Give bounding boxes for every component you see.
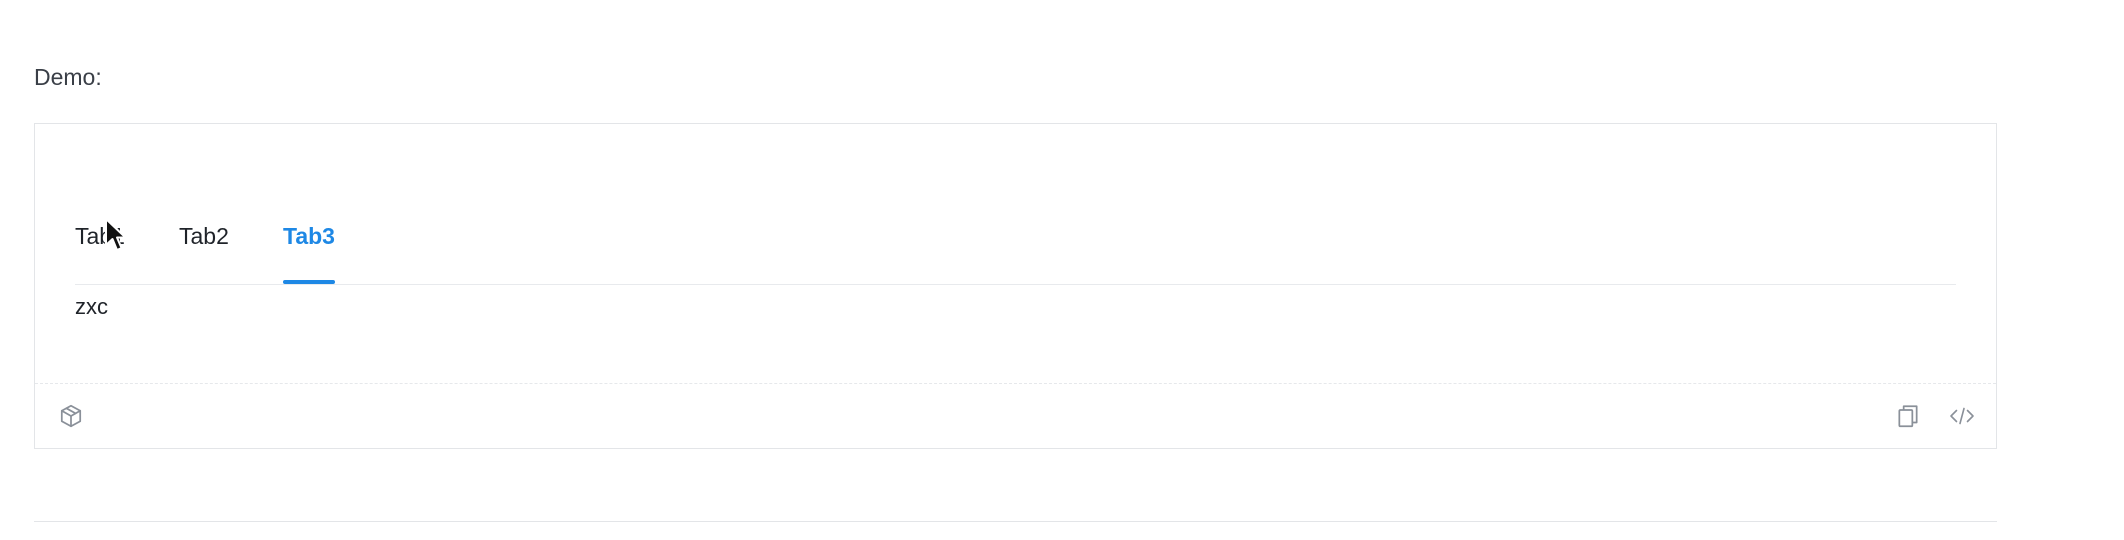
codesandbox-icon[interactable] [57, 402, 85, 430]
demo-footer [35, 383, 1996, 448]
tab-1[interactable]: Tab1 [75, 210, 125, 282]
tab-bar: Tab1 Tab2 Tab3 [75, 210, 1956, 285]
tab-2[interactable]: Tab2 [179, 210, 229, 282]
demo-box: Tab1 Tab2 Tab3 zxc [34, 123, 1997, 449]
demo-label: Demo: [34, 64, 102, 90]
tab-3[interactable]: Tab3 [283, 210, 335, 284]
code-icon[interactable] [1948, 402, 1976, 430]
section-divider [34, 521, 1997, 522]
copy-icon[interactable] [1894, 402, 1922, 430]
page: Demo: Tab1 Tab2 Tab3 zxc [0, 0, 2124, 540]
tab-content: zxc [75, 294, 108, 319]
